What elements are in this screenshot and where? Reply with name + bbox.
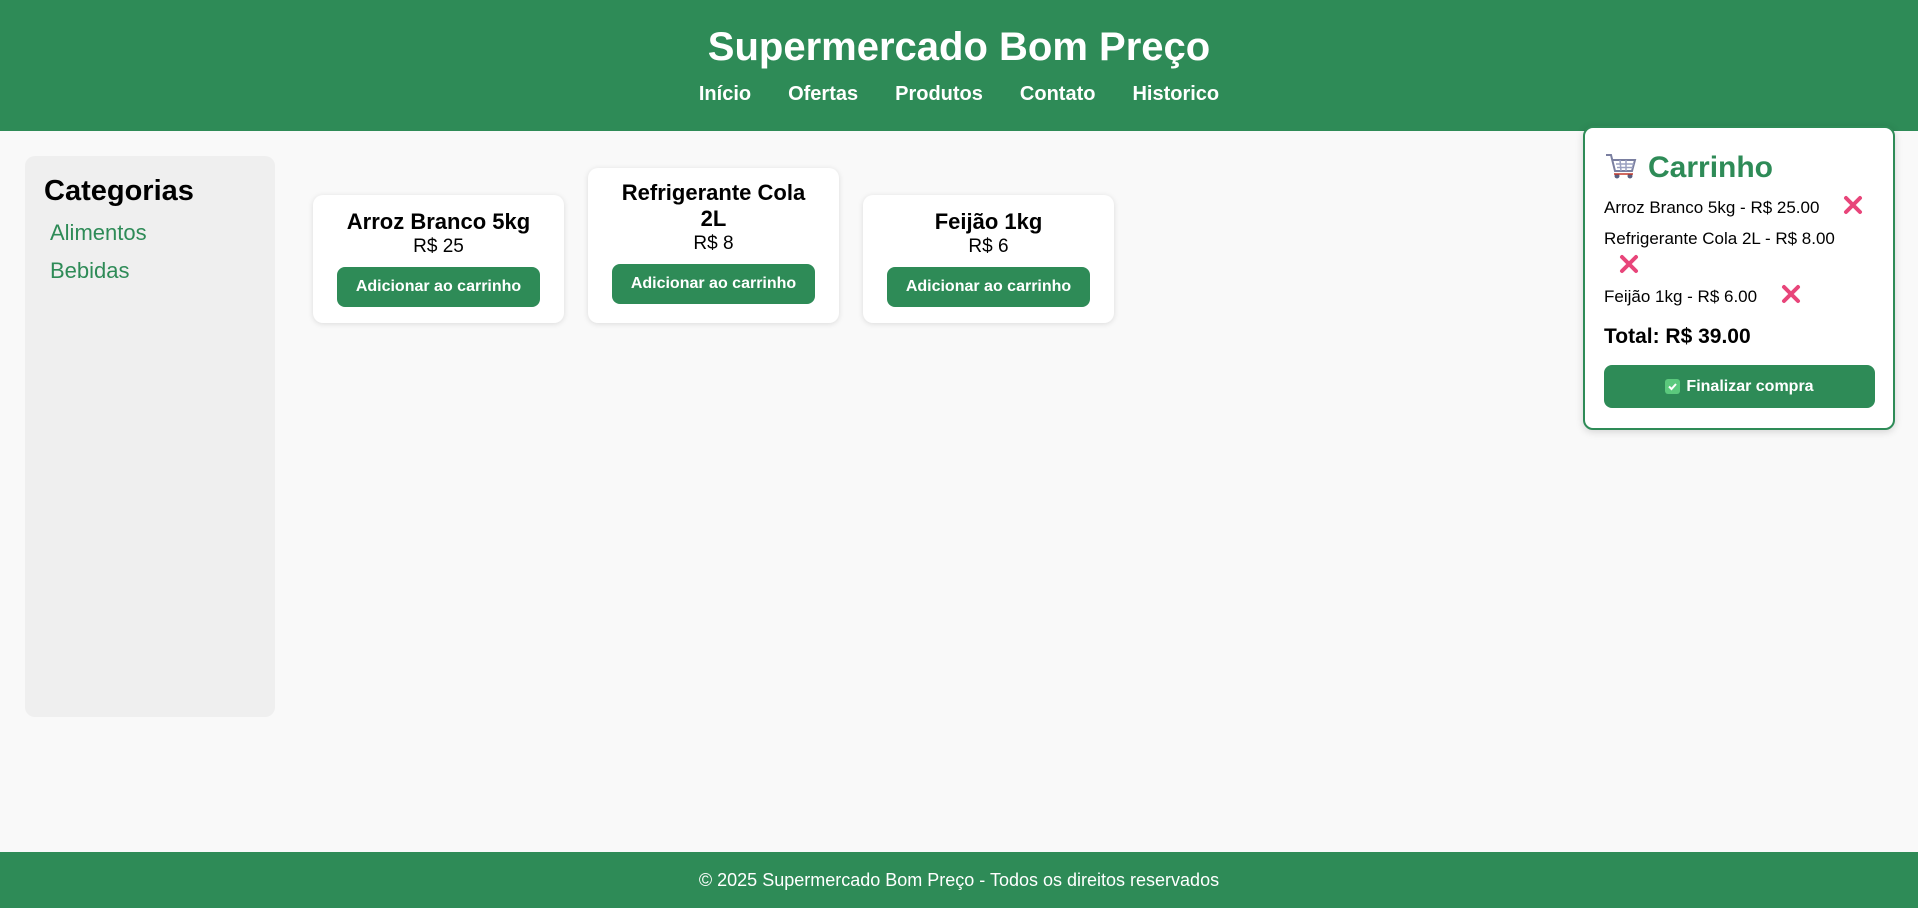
cart-item: Arroz Branco 5kg - R$ 25.00	[1604, 194, 1874, 223]
cart-item-text: Refrigerante Cola 2L - R$ 8.00	[1604, 229, 1835, 248]
cart-item: Feijão 1kg - R$ 6.00	[1604, 283, 1874, 312]
product-price: R$ 8	[693, 233, 734, 254]
product-name: Feijão 1kg	[934, 209, 1043, 234]
remove-x-icon[interactable]	[1780, 283, 1802, 312]
add-to-cart-button[interactable]: Adicionar ao carrinho	[337, 267, 540, 307]
nav-historico[interactable]: Historico	[1132, 81, 1219, 107]
add-to-cart-button[interactable]: Adicionar ao carrinho	[887, 267, 1090, 307]
product-card: Refrigerante Cola 2L R$ 8 Adicionar ao c…	[588, 168, 839, 323]
site-header: Supermercado Bom Preço Início Ofertas Pr…	[0, 0, 1918, 131]
site-footer: © 2025 Supermercado Bom Preço - Todos os…	[0, 852, 1918, 908]
main-nav: Início Ofertas Produtos Contato Historic…	[0, 81, 1918, 107]
categories-sidebar: Categorias Alimentos Bebidas	[25, 156, 275, 717]
checkout-button[interactable]: Finalizar compra	[1604, 365, 1875, 408]
site-title: Supermercado Bom Preço	[707, 25, 1211, 69]
cart-title: Carrinho	[1648, 151, 1774, 184]
remove-x-icon[interactable]	[1842, 194, 1864, 223]
check-box-icon	[1665, 379, 1681, 394]
cart-header: Carrinho	[1604, 150, 1874, 186]
product-name: Refrigerante Cola 2L	[621, 180, 806, 231]
categories-title: Categorias	[44, 175, 194, 207]
cart-item: Refrigerante Cola 2L - R$ 8.00	[1604, 227, 1874, 277]
product-price: R$ 25	[413, 236, 464, 257]
nav-inicio[interactable]: Início	[699, 81, 751, 107]
add-to-cart-button[interactable]: Adicionar ao carrinho	[612, 264, 815, 304]
nav-produtos[interactable]: Produtos	[895, 81, 983, 107]
product-card: Feijão 1kg R$ 6 Adicionar ao carrinho	[863, 195, 1114, 323]
product-price: R$ 6	[968, 236, 1009, 257]
category-alimentos[interactable]: Alimentos	[44, 214, 256, 252]
cart-panel: Carrinho Arroz Branco 5kg - R$ 25.00 Ref…	[1583, 126, 1895, 430]
footer-text: © 2025 Supermercado Bom Preço - Todos os…	[698, 870, 1220, 890]
shopping-cart-icon	[1604, 151, 1638, 186]
nav-contato[interactable]: Contato	[1020, 81, 1096, 107]
product-name: Arroz Branco 5kg	[346, 209, 531, 234]
cart-item-text: Feijão 1kg - R$ 6.00	[1604, 286, 1758, 306]
cart-item-text: Arroz Branco 5kg - R$ 25.00	[1604, 197, 1820, 217]
cart-total: Total: R$ 39.00	[1604, 325, 1751, 348]
nav-ofertas[interactable]: Ofertas	[788, 81, 858, 107]
checkout-label: Finalizar compra	[1686, 377, 1814, 395]
product-card: Arroz Branco 5kg R$ 25 Adicionar ao carr…	[313, 195, 564, 323]
category-bebidas[interactable]: Bebidas	[44, 252, 256, 290]
remove-x-icon[interactable]	[1618, 253, 1640, 277]
